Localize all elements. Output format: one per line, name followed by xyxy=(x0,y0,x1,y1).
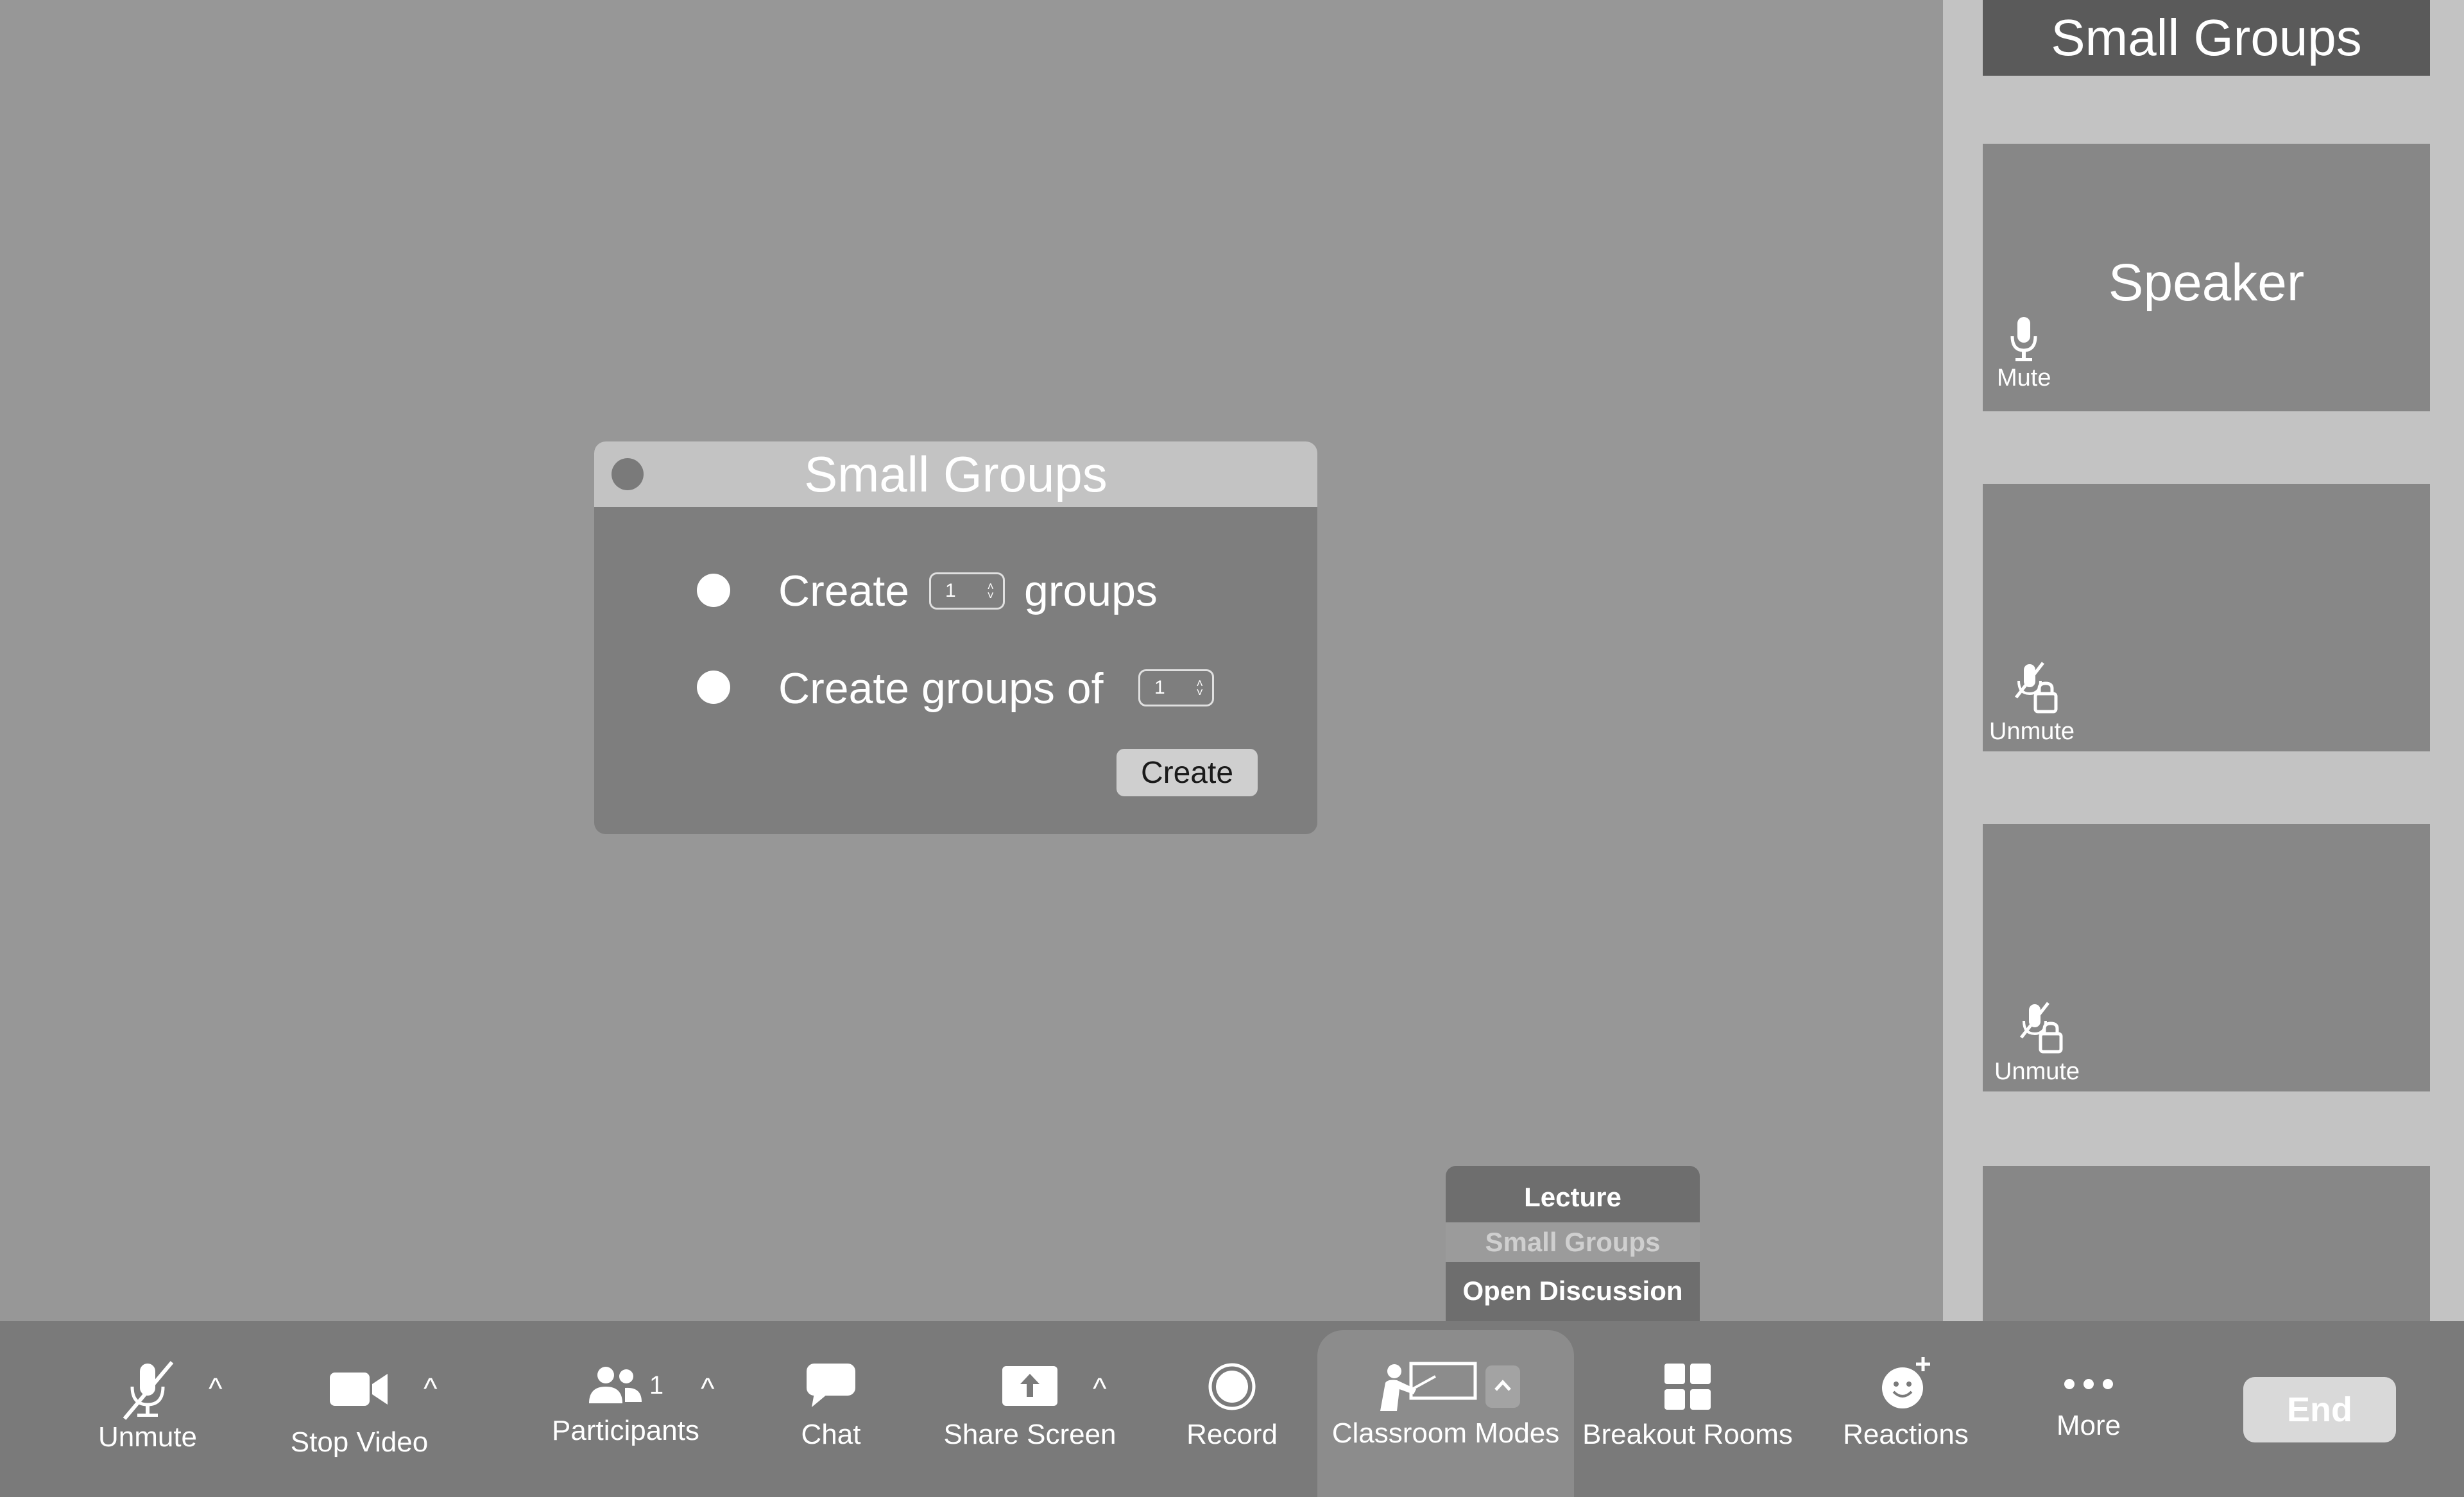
muted-microphone-lock-icon xyxy=(2019,1002,2063,1054)
tile-name-label: Speaker xyxy=(2108,253,2305,312)
stepper-value: 1 xyxy=(945,580,956,601)
more-button[interactable]: More xyxy=(2024,1378,2153,1442)
classroom-modes-menu: Lecture Small Groups Open Discussion xyxy=(1446,1166,1700,1321)
option1-suffix: groups xyxy=(1024,567,1158,615)
participants-count: 1 xyxy=(649,1371,664,1399)
tile-unmute-button[interactable]: Unmute xyxy=(1994,1000,2080,1086)
share-options-chevron-icon[interactable]: ^ xyxy=(1093,1371,1107,1406)
chat-label: Chat xyxy=(801,1419,861,1450)
option2-prefix: Create groups of xyxy=(778,664,1104,713)
dialog-title: Small Groups xyxy=(804,445,1108,502)
chat-button[interactable]: Chat xyxy=(780,1361,882,1451)
sidebar-title: Small Groups xyxy=(1983,0,2430,76)
share-screen-icon xyxy=(1002,1366,1057,1406)
more-label: More xyxy=(2056,1410,2121,1441)
stop-video-label: Stop Video xyxy=(290,1426,429,1458)
radio-create-n-groups[interactable] xyxy=(697,574,730,607)
dialog-header: Small Groups xyxy=(594,441,1317,507)
stepper-arrows-icon: ˄ ˅ xyxy=(987,580,994,602)
reactions-button[interactable]: Reactions xyxy=(1822,1356,1989,1451)
mode-item-lecture[interactable]: Lecture xyxy=(1446,1174,1700,1221)
participants-label: Participants xyxy=(552,1415,699,1446)
video-tile[interactable]: Unmute xyxy=(1983,484,2430,751)
video-camera-icon xyxy=(330,1373,388,1406)
stepper-value: 1 xyxy=(1154,677,1165,698)
more-dots-icon xyxy=(2064,1379,2113,1389)
create-button[interactable]: Create xyxy=(1116,749,1258,796)
reactions-label: Reactions xyxy=(1843,1419,1969,1450)
small-groups-dialog: Small Groups Create 1 ˄ ˅ groups Create g… xyxy=(594,441,1317,834)
chevron-up-icon[interactable] xyxy=(1485,1365,1520,1408)
tile-mute-button[interactable]: Mute xyxy=(1997,316,2051,392)
option1-prefix: Create xyxy=(778,567,910,615)
tile-unmute-button[interactable]: Unmute xyxy=(1989,660,2075,746)
breakout-rooms-button[interactable]: Breakout Rooms xyxy=(1579,1362,1797,1451)
radio-create-groups-of[interactable] xyxy=(697,671,730,704)
mode-item-open-discussion[interactable]: Open Discussion xyxy=(1446,1267,1700,1315)
record-icon xyxy=(1208,1363,1256,1410)
end-meeting-button[interactable]: End xyxy=(2243,1377,2396,1442)
chat-bubble-icon xyxy=(807,1364,855,1407)
tile-audio-label: Unmute xyxy=(1994,1058,2080,1085)
stop-video-button[interactable]: Stop Video xyxy=(276,1366,443,1459)
tile-audio-label: Mute xyxy=(1997,364,2051,391)
mode-item-small-groups[interactable]: Small Groups xyxy=(1446,1222,1700,1262)
participants-button[interactable]: 1 Participants xyxy=(536,1365,715,1447)
microphone-icon xyxy=(2010,317,2037,361)
video-options-chevron-icon[interactable]: ^ xyxy=(424,1371,438,1406)
tile-audio-label: Unmute xyxy=(1989,718,2075,745)
record-button[interactable]: Record xyxy=(1168,1362,1296,1451)
participant-sidebar: Small Groups Speaker Mute Unmute Unmute xyxy=(1943,0,2464,1321)
unmute-label: Unmute xyxy=(98,1421,198,1453)
stepper-arrows-icon: ˄ ˅ xyxy=(1196,677,1203,699)
breakout-rooms-label: Breakout Rooms xyxy=(1582,1419,1793,1450)
muted-microphone-lock-icon xyxy=(2014,662,2058,714)
participants-icon xyxy=(588,1367,642,1403)
participants-options-chevron-icon[interactable]: ^ xyxy=(701,1371,715,1406)
classroom-modes-label: Classroom Modes xyxy=(1331,1417,1560,1449)
close-button[interactable] xyxy=(612,458,644,490)
reactions-smiley-icon xyxy=(1882,1357,1930,1408)
record-label: Record xyxy=(1186,1419,1278,1450)
video-tile-speaker[interactable]: Speaker Mute xyxy=(1983,144,2430,411)
unmute-button[interactable]: Unmute xyxy=(83,1360,212,1453)
classroom-modes-button[interactable]: Classroom Modes xyxy=(1317,1361,1574,1450)
video-tile[interactable] xyxy=(1983,1166,2430,1321)
breakout-rooms-icon xyxy=(1664,1364,1711,1410)
meeting-toolbar: Unmute ^ Stop Video ^ 1 Participants ^ C… xyxy=(0,1321,2464,1497)
share-screen-label: Share Screen xyxy=(943,1419,1116,1450)
muted-microphone-icon xyxy=(123,1361,174,1420)
group-size-stepper[interactable]: 1 ˄ ˅ xyxy=(1138,669,1214,706)
audio-options-chevron-icon[interactable]: ^ xyxy=(209,1371,223,1406)
group-count-stepper[interactable]: 1 ˄ ˅ xyxy=(929,572,1005,610)
video-tile[interactable]: Unmute xyxy=(1983,824,2430,1091)
teacher-board-icon xyxy=(1380,1362,1477,1411)
